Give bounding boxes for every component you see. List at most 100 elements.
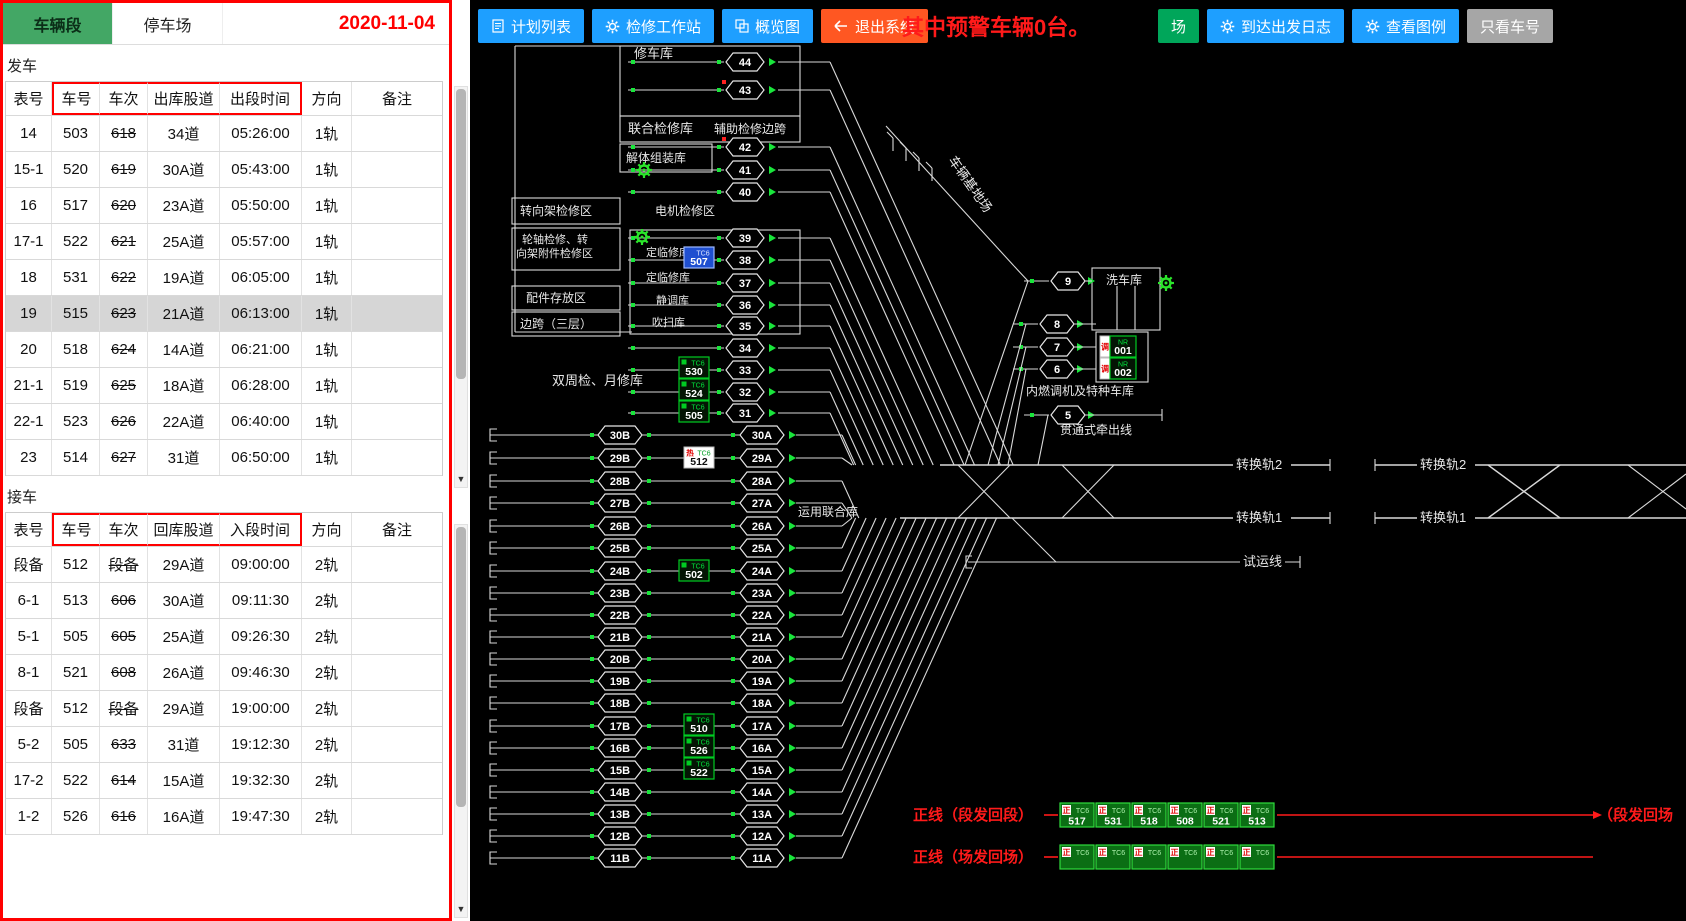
track-number-hexagon[interactable]: 29A bbox=[740, 449, 784, 467]
track-number-hexagon[interactable]: 40 bbox=[726, 183, 764, 201]
train-box-505[interactable]: TC6505 bbox=[679, 401, 709, 422]
track-number-hexagon[interactable]: 41 bbox=[726, 161, 764, 179]
track-number-hexagon[interactable]: 15B bbox=[598, 761, 642, 779]
table-row[interactable]: 2051862414A道06:21:001轨 bbox=[6, 332, 442, 368]
track-number-hexagon[interactable]: 18B bbox=[598, 694, 642, 712]
table-row[interactable]: 5-250563331道19:12:302轨 bbox=[6, 727, 442, 763]
track-number-hexagon[interactable]: 31 bbox=[726, 404, 764, 422]
track-number-hexagon[interactable]: 20A bbox=[740, 650, 784, 668]
train-box-512[interactable]: 热TC6512 bbox=[684, 447, 714, 468]
arrive-scrollbar[interactable]: ▼ bbox=[454, 524, 468, 918]
tab-parking-lot[interactable]: 停车场 bbox=[113, 3, 223, 44]
table-row[interactable]: 1-252661616A道19:47:302轨 bbox=[6, 799, 442, 835]
train-box-524[interactable]: TC6524 bbox=[679, 379, 709, 400]
track-number-hexagon[interactable]: 13A bbox=[740, 805, 784, 823]
mainline-train-box[interactable]: 正TC6517 bbox=[1060, 803, 1094, 828]
track-number-hexagon[interactable]: 43 bbox=[726, 81, 764, 99]
yard-button[interactable]: 场 bbox=[1158, 9, 1199, 43]
scroll-down-arrow-icon[interactable]: ▼ bbox=[455, 901, 467, 917]
table-row[interactable]: 6-151360630A道09:11:302轨 bbox=[6, 583, 442, 619]
track-number-hexagon[interactable]: 11B bbox=[598, 849, 642, 867]
train-box-507[interactable]: TC6507 bbox=[684, 247, 714, 268]
depart-scrollbar[interactable]: ▼ bbox=[454, 86, 468, 488]
mainline-train-box[interactable]: 正TC6508 bbox=[1168, 803, 1202, 828]
view-legend-button[interactable]: 查看图例 bbox=[1352, 9, 1459, 43]
maintenance-workstation-button[interactable]: 检修工作站 bbox=[592, 9, 714, 43]
mainline-train-box[interactable]: 正TC6 bbox=[1240, 845, 1274, 869]
table-row[interactable]: 1651762023A道05:50:001轨 bbox=[6, 188, 442, 224]
track-number-hexagon[interactable]: 5 bbox=[1051, 406, 1085, 424]
track-number-hexagon[interactable]: 14A bbox=[740, 783, 784, 801]
table-row[interactable]: 21-151962518A道06:28:001轨 bbox=[6, 368, 442, 404]
table-row[interactable]: 段备512段备29A道19:00:002轨 bbox=[6, 691, 442, 727]
only-car-number-button[interactable]: 只看车号 bbox=[1467, 9, 1553, 43]
track-number-hexagon[interactable]: 28A bbox=[740, 472, 784, 490]
table-row[interactable]: 17-152262125A道05:57:001轨 bbox=[6, 224, 442, 260]
track-number-hexagon[interactable]: 21B bbox=[598, 628, 642, 646]
table-row[interactable]: 22-152362622A道06:40:001轨 bbox=[6, 404, 442, 440]
track-number-hexagon[interactable]: 21A bbox=[740, 628, 784, 646]
table-row[interactable]: 15-152061930A道05:43:001轨 bbox=[6, 152, 442, 188]
track-number-hexagon[interactable]: 25A bbox=[740, 539, 784, 557]
depart-scrollbar-thumb[interactable] bbox=[456, 89, 466, 379]
track-number-hexagon[interactable]: 12B bbox=[598, 827, 642, 845]
scroll-down-arrow-icon[interactable]: ▼ bbox=[455, 471, 467, 487]
track-number-hexagon[interactable]: 11A bbox=[740, 849, 784, 867]
track-number-hexagon[interactable]: 33 bbox=[726, 361, 764, 379]
track-number-hexagon[interactable]: 27A bbox=[740, 494, 784, 512]
tab-depot[interactable]: 车辆段 bbox=[3, 3, 113, 44]
table-row[interactable]: 1450361834道05:26:001轨 bbox=[6, 116, 442, 152]
mainline-train-box[interactable]: 正TC6518 bbox=[1132, 803, 1166, 828]
mainline-train-box[interactable]: 正TC6513 bbox=[1240, 803, 1274, 828]
track-number-hexagon[interactable]: 22A bbox=[740, 606, 784, 624]
table-row[interactable]: 8-152160826A道09:46:302轨 bbox=[6, 655, 442, 691]
track-number-hexagon[interactable]: 23B bbox=[598, 584, 642, 602]
track-number-hexagon[interactable]: 12A bbox=[740, 827, 784, 845]
mainline-train-box[interactable]: 正TC6 bbox=[1096, 845, 1130, 869]
track-number-hexagon[interactable]: 38 bbox=[726, 251, 764, 269]
track-number-hexagon[interactable]: 29B bbox=[598, 449, 642, 467]
table-row[interactable]: 5-150560525A道09:26:302轨 bbox=[6, 619, 442, 655]
track-number-hexagon[interactable]: 14B bbox=[598, 783, 642, 801]
track-number-hexagon[interactable]: 23A bbox=[740, 584, 784, 602]
track-number-hexagon[interactable]: 39 bbox=[726, 229, 764, 247]
track-number-hexagon[interactable]: 37 bbox=[726, 274, 764, 292]
train-box-001[interactable]: 调NR001 bbox=[1100, 336, 1136, 357]
track-number-hexagon[interactable]: 18A bbox=[740, 694, 784, 712]
train-box-522[interactable]: TC6522 bbox=[684, 758, 714, 779]
arrive-scrollbar-thumb[interactable] bbox=[456, 527, 466, 807]
train-box-510[interactable]: TC6510 bbox=[684, 714, 714, 735]
track-number-hexagon[interactable]: 27B bbox=[598, 494, 642, 512]
track-number-hexagon[interactable]: 24B bbox=[598, 562, 642, 580]
track-number-hexagon[interactable]: 26A bbox=[740, 517, 784, 535]
track-number-hexagon[interactable]: 16A bbox=[740, 739, 784, 757]
train-box-530[interactable]: TC6530 bbox=[679, 357, 709, 378]
train-box-002[interactable]: 调NR002 bbox=[1100, 358, 1136, 379]
train-box-526[interactable]: TC6526 bbox=[684, 736, 714, 757]
track-number-hexagon[interactable]: 28B bbox=[598, 472, 642, 490]
mainline-train-box[interactable]: 正TC6 bbox=[1132, 845, 1166, 869]
track-number-hexagon[interactable]: 22B bbox=[598, 606, 642, 624]
mainline-train-box[interactable]: 正TC6521 bbox=[1204, 803, 1238, 828]
track-number-hexagon[interactable]: 19A bbox=[740, 672, 784, 690]
track-number-hexagon[interactable]: 25B bbox=[598, 539, 642, 557]
track-number-hexagon[interactable]: 36 bbox=[726, 296, 764, 314]
table-row[interactable]: 2351462731道06:50:001轨 bbox=[6, 440, 442, 476]
track-number-hexagon[interactable]: 17A bbox=[740, 717, 784, 735]
track-number-hexagon[interactable]: 16B bbox=[598, 739, 642, 757]
overview-map-button[interactable]: 概览图 bbox=[722, 9, 813, 43]
track-number-hexagon[interactable]: 8 bbox=[1040, 315, 1074, 333]
track-number-hexagon[interactable]: 17B bbox=[598, 717, 642, 735]
plan-list-button[interactable]: 计划列表 bbox=[478, 9, 584, 43]
track-number-hexagon[interactable]: 32 bbox=[726, 383, 764, 401]
train-box-502[interactable]: TC6502 bbox=[679, 560, 709, 581]
mainline-train-box[interactable]: 正TC6 bbox=[1060, 845, 1094, 869]
track-number-hexagon[interactable]: 42 bbox=[726, 138, 764, 156]
arrival-departure-log-button[interactable]: 到达出发日志 bbox=[1207, 9, 1344, 43]
track-number-hexagon[interactable]: 30B bbox=[598, 426, 642, 444]
track-number-hexagon[interactable]: 19B bbox=[598, 672, 642, 690]
track-number-hexagon[interactable]: 34 bbox=[726, 339, 764, 357]
table-row[interactable]: 段备512段备29A道09:00:002轨 bbox=[6, 547, 442, 583]
track-number-hexagon[interactable]: 30A bbox=[740, 426, 784, 444]
track-number-hexagon[interactable]: 44 bbox=[726, 53, 764, 71]
